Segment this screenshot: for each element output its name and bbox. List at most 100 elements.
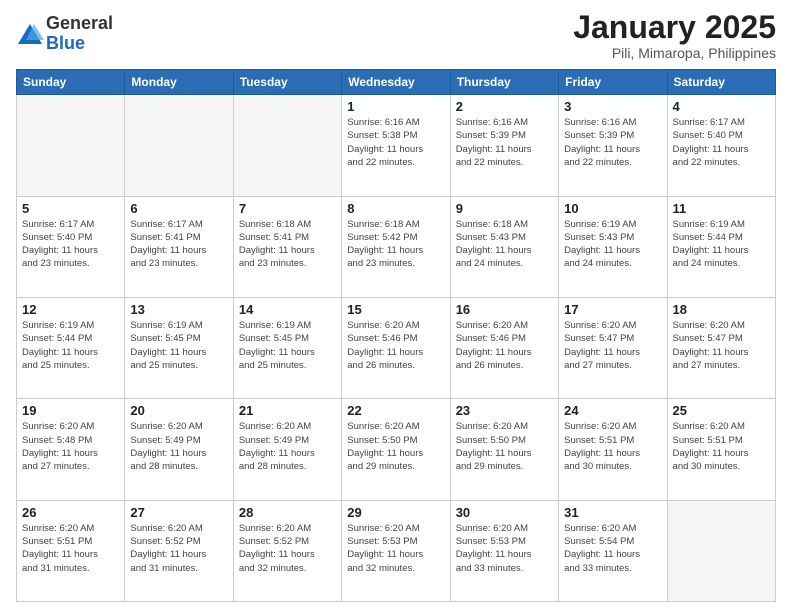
day-info: Sunrise: 6:20 AM Sunset: 5:54 PM Dayligh…	[564, 522, 661, 575]
day-number: 22	[347, 403, 444, 418]
logo-icon	[16, 20, 44, 48]
calendar-title: January 2025	[573, 10, 776, 45]
day-number: 26	[22, 505, 119, 520]
cell-w5-d3: 29 Sunrise: 6:20 AM Sunset: 5:53 PM Dayli…	[342, 500, 450, 601]
day-info: Sunrise: 6:20 AM Sunset: 5:47 PM Dayligh…	[564, 319, 661, 372]
week-row-1: 1 Sunrise: 6:16 AM Sunset: 5:38 PM Daylig…	[17, 95, 776, 196]
cell-w3-d2: 14 Sunrise: 6:19 AM Sunset: 5:45 PM Dayli…	[233, 297, 341, 398]
day-number: 27	[130, 505, 227, 520]
week-row-2: 5Sunrise: 6:17 AM Sunset: 5:40 PM Daylig…	[17, 196, 776, 297]
day-info: Sunrise: 6:20 AM Sunset: 5:52 PM Dayligh…	[239, 522, 336, 575]
cell-w2-d1: 6 Sunrise: 6:17 AM Sunset: 5:41 PM Daylig…	[125, 196, 233, 297]
page: General Blue January 2025 Pili, Mimaropa…	[0, 0, 792, 612]
cell-w4-d0: 19Sunrise: 6:20 AM Sunset: 5:48 PM Dayli…	[17, 399, 125, 500]
cell-w4-d5: 24Sunrise: 6:20 AM Sunset: 5:51 PM Dayli…	[559, 399, 667, 500]
day-info: Sunrise: 6:20 AM Sunset: 5:49 PM Dayligh…	[239, 420, 336, 473]
cell-w5-d0: 26 Sunrise: 6:20 AM Sunset: 5:51 PM Dayli…	[17, 500, 125, 601]
week-row-3: 12Sunrise: 6:19 AM Sunset: 5:44 PM Dayli…	[17, 297, 776, 398]
day-number: 25	[673, 403, 770, 418]
cell-w1-d2	[233, 95, 341, 196]
logo-general-text: General	[46, 14, 113, 34]
day-info: Sunrise: 6:18 AM Sunset: 5:43 PM Dayligh…	[456, 218, 553, 271]
day-info: Sunrise: 6:20 AM Sunset: 5:52 PM Dayligh…	[130, 522, 227, 575]
day-number: 8	[347, 201, 444, 216]
logo-text: General Blue	[46, 14, 113, 54]
day-number: 7	[239, 201, 336, 216]
day-info: Sunrise: 6:17 AM Sunset: 5:41 PM Dayligh…	[130, 218, 227, 271]
day-info: Sunrise: 6:20 AM Sunset: 5:53 PM Dayligh…	[347, 522, 444, 575]
day-info: Sunrise: 6:19 AM Sunset: 5:44 PM Dayligh…	[22, 319, 119, 372]
header-wednesday: Wednesday	[342, 70, 450, 95]
day-number: 15	[347, 302, 444, 317]
header-tuesday: Tuesday	[233, 70, 341, 95]
cell-w2-d6: 11 Sunrise: 6:19 AM Sunset: 5:44 PM Dayli…	[667, 196, 775, 297]
day-info: Sunrise: 6:16 AM Sunset: 5:39 PM Dayligh…	[456, 116, 553, 169]
calendar-table: Sunday Monday Tuesday Wednesday Thursday…	[16, 69, 776, 602]
week-row-5: 26 Sunrise: 6:20 AM Sunset: 5:51 PM Dayli…	[17, 500, 776, 601]
cell-w5-d2: 28 Sunrise: 6:20 AM Sunset: 5:52 PM Dayli…	[233, 500, 341, 601]
cell-w3-d1: 13Sunrise: 6:19 AM Sunset: 5:45 PM Dayli…	[125, 297, 233, 398]
day-number: 18	[673, 302, 770, 317]
day-info: Sunrise: 6:20 AM Sunset: 5:53 PM Dayligh…	[456, 522, 553, 575]
day-number: 1	[347, 99, 444, 114]
header-friday: Friday	[559, 70, 667, 95]
cell-w5-d5: 31Sunrise: 6:20 AM Sunset: 5:54 PM Dayli…	[559, 500, 667, 601]
day-number: 6	[130, 201, 227, 216]
cell-w2-d0: 5Sunrise: 6:17 AM Sunset: 5:40 PM Daylig…	[17, 196, 125, 297]
calendar-header: Sunday Monday Tuesday Wednesday Thursday…	[17, 70, 776, 95]
day-number: 30	[456, 505, 553, 520]
cell-w4-d3: 22 Sunrise: 6:20 AM Sunset: 5:50 PM Dayli…	[342, 399, 450, 500]
cell-w1-d0	[17, 95, 125, 196]
day-info: Sunrise: 6:20 AM Sunset: 5:51 PM Dayligh…	[564, 420, 661, 473]
calendar-subtitle: Pili, Mimaropa, Philippines	[573, 45, 776, 61]
cell-w5-d1: 27 Sunrise: 6:20 AM Sunset: 5:52 PM Dayli…	[125, 500, 233, 601]
day-info: Sunrise: 6:16 AM Sunset: 5:38 PM Dayligh…	[347, 116, 444, 169]
header-sunday: Sunday	[17, 70, 125, 95]
day-number: 23	[456, 403, 553, 418]
day-number: 29	[347, 505, 444, 520]
cell-w2-d4: 9Sunrise: 6:18 AM Sunset: 5:43 PM Daylig…	[450, 196, 558, 297]
title-block: January 2025 Pili, Mimaropa, Philippines	[573, 10, 776, 61]
day-number: 10	[564, 201, 661, 216]
day-number: 28	[239, 505, 336, 520]
cell-w5-d4: 30 Sunrise: 6:20 AM Sunset: 5:53 PM Dayli…	[450, 500, 558, 601]
cell-w4-d2: 21 Sunrise: 6:20 AM Sunset: 5:49 PM Dayli…	[233, 399, 341, 500]
day-number: 11	[673, 201, 770, 216]
day-info: Sunrise: 6:20 AM Sunset: 5:50 PM Dayligh…	[347, 420, 444, 473]
cell-w5-d6	[667, 500, 775, 601]
day-number: 20	[130, 403, 227, 418]
cell-w2-d5: 10Sunrise: 6:19 AM Sunset: 5:43 PM Dayli…	[559, 196, 667, 297]
cell-w3-d5: 17 Sunrise: 6:20 AM Sunset: 5:47 PM Dayli…	[559, 297, 667, 398]
day-number: 13	[130, 302, 227, 317]
days-header-row: Sunday Monday Tuesday Wednesday Thursday…	[17, 70, 776, 95]
cell-w3-d4: 16 Sunrise: 6:20 AM Sunset: 5:46 PM Dayli…	[450, 297, 558, 398]
day-number: 4	[673, 99, 770, 114]
day-info: Sunrise: 6:20 AM Sunset: 5:46 PM Dayligh…	[347, 319, 444, 372]
logo: General Blue	[16, 14, 113, 54]
day-number: 14	[239, 302, 336, 317]
day-info: Sunrise: 6:19 AM Sunset: 5:45 PM Dayligh…	[239, 319, 336, 372]
day-info: Sunrise: 6:20 AM Sunset: 5:51 PM Dayligh…	[22, 522, 119, 575]
cell-w2-d2: 7Sunrise: 6:18 AM Sunset: 5:41 PM Daylig…	[233, 196, 341, 297]
day-info: Sunrise: 6:19 AM Sunset: 5:44 PM Dayligh…	[673, 218, 770, 271]
day-number: 3	[564, 99, 661, 114]
day-info: Sunrise: 6:20 AM Sunset: 5:49 PM Dayligh…	[130, 420, 227, 473]
day-number: 2	[456, 99, 553, 114]
day-info: Sunrise: 6:20 AM Sunset: 5:46 PM Dayligh…	[456, 319, 553, 372]
day-info: Sunrise: 6:20 AM Sunset: 5:50 PM Dayligh…	[456, 420, 553, 473]
day-number: 19	[22, 403, 119, 418]
cell-w1-d6: 4Sunrise: 6:17 AM Sunset: 5:40 PM Daylig…	[667, 95, 775, 196]
cell-w3-d6: 18 Sunrise: 6:20 AM Sunset: 5:47 PM Dayli…	[667, 297, 775, 398]
day-number: 16	[456, 302, 553, 317]
cell-w1-d4: 2 Sunrise: 6:16 AM Sunset: 5:39 PM Daylig…	[450, 95, 558, 196]
header-monday: Monday	[125, 70, 233, 95]
cell-w1-d5: 3 Sunrise: 6:16 AM Sunset: 5:39 PM Daylig…	[559, 95, 667, 196]
cell-w1-d1	[125, 95, 233, 196]
day-number: 21	[239, 403, 336, 418]
day-number: 17	[564, 302, 661, 317]
day-info: Sunrise: 6:16 AM Sunset: 5:39 PM Dayligh…	[564, 116, 661, 169]
cell-w1-d3: 1 Sunrise: 6:16 AM Sunset: 5:38 PM Daylig…	[342, 95, 450, 196]
day-info: Sunrise: 6:20 AM Sunset: 5:47 PM Dayligh…	[673, 319, 770, 372]
day-info: Sunrise: 6:17 AM Sunset: 5:40 PM Dayligh…	[22, 218, 119, 271]
header: General Blue January 2025 Pili, Mimaropa…	[16, 10, 776, 61]
